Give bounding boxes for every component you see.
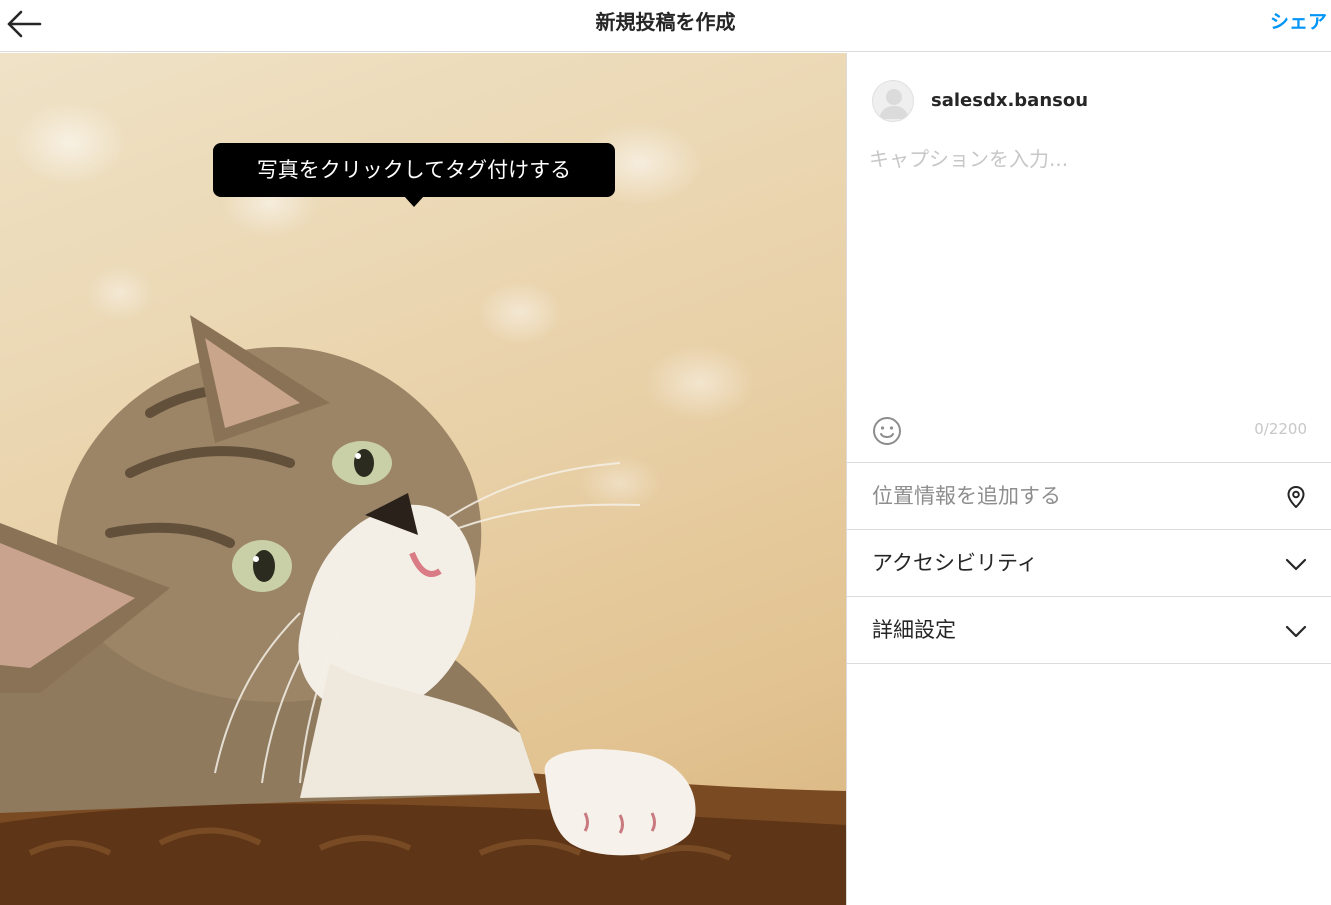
advanced-settings-section[interactable]: 詳細設定	[847, 596, 1331, 664]
smiley-icon[interactable]	[871, 415, 903, 447]
chevron-down-icon	[1285, 558, 1307, 571]
create-post-dialog: 新規投稿を作成 シェア 写真をクリックしてタグ付けする salesdx.bans…	[0, 0, 1331, 905]
location-input-label: 位置情報を追加する	[872, 484, 1061, 508]
add-location-row[interactable]: 位置情報を追加する	[847, 462, 1331, 529]
advanced-settings-label: 詳細設定	[872, 618, 956, 642]
character-count: 0/2200	[1254, 420, 1307, 438]
tag-tooltip: 写真をクリックしてタグ付けする	[213, 143, 615, 197]
chevron-down-icon	[1285, 625, 1307, 638]
post-details-panel: salesdx.bansou 0/2200 位置情報を追加する アクセシビリティ…	[846, 53, 1331, 905]
accessibility-section[interactable]: アクセシビリティ	[847, 529, 1331, 596]
page-title: 新規投稿を作成	[595, 10, 736, 34]
share-button[interactable]: シェア	[1266, 0, 1331, 44]
caption-input[interactable]	[869, 143, 1309, 393]
username: salesdx.bansou	[931, 90, 1089, 111]
location-pin-icon	[1287, 486, 1305, 508]
accessibility-label: アクセシビリティ	[872, 551, 1038, 575]
header: 新規投稿を作成 シェア	[0, 0, 1331, 52]
photo-tag-area[interactable]: 写真をクリックしてタグ付けする	[0, 53, 846, 905]
avatar	[872, 80, 914, 122]
default-avatar-icon	[879, 89, 909, 119]
tooltip-arrow	[404, 196, 424, 207]
